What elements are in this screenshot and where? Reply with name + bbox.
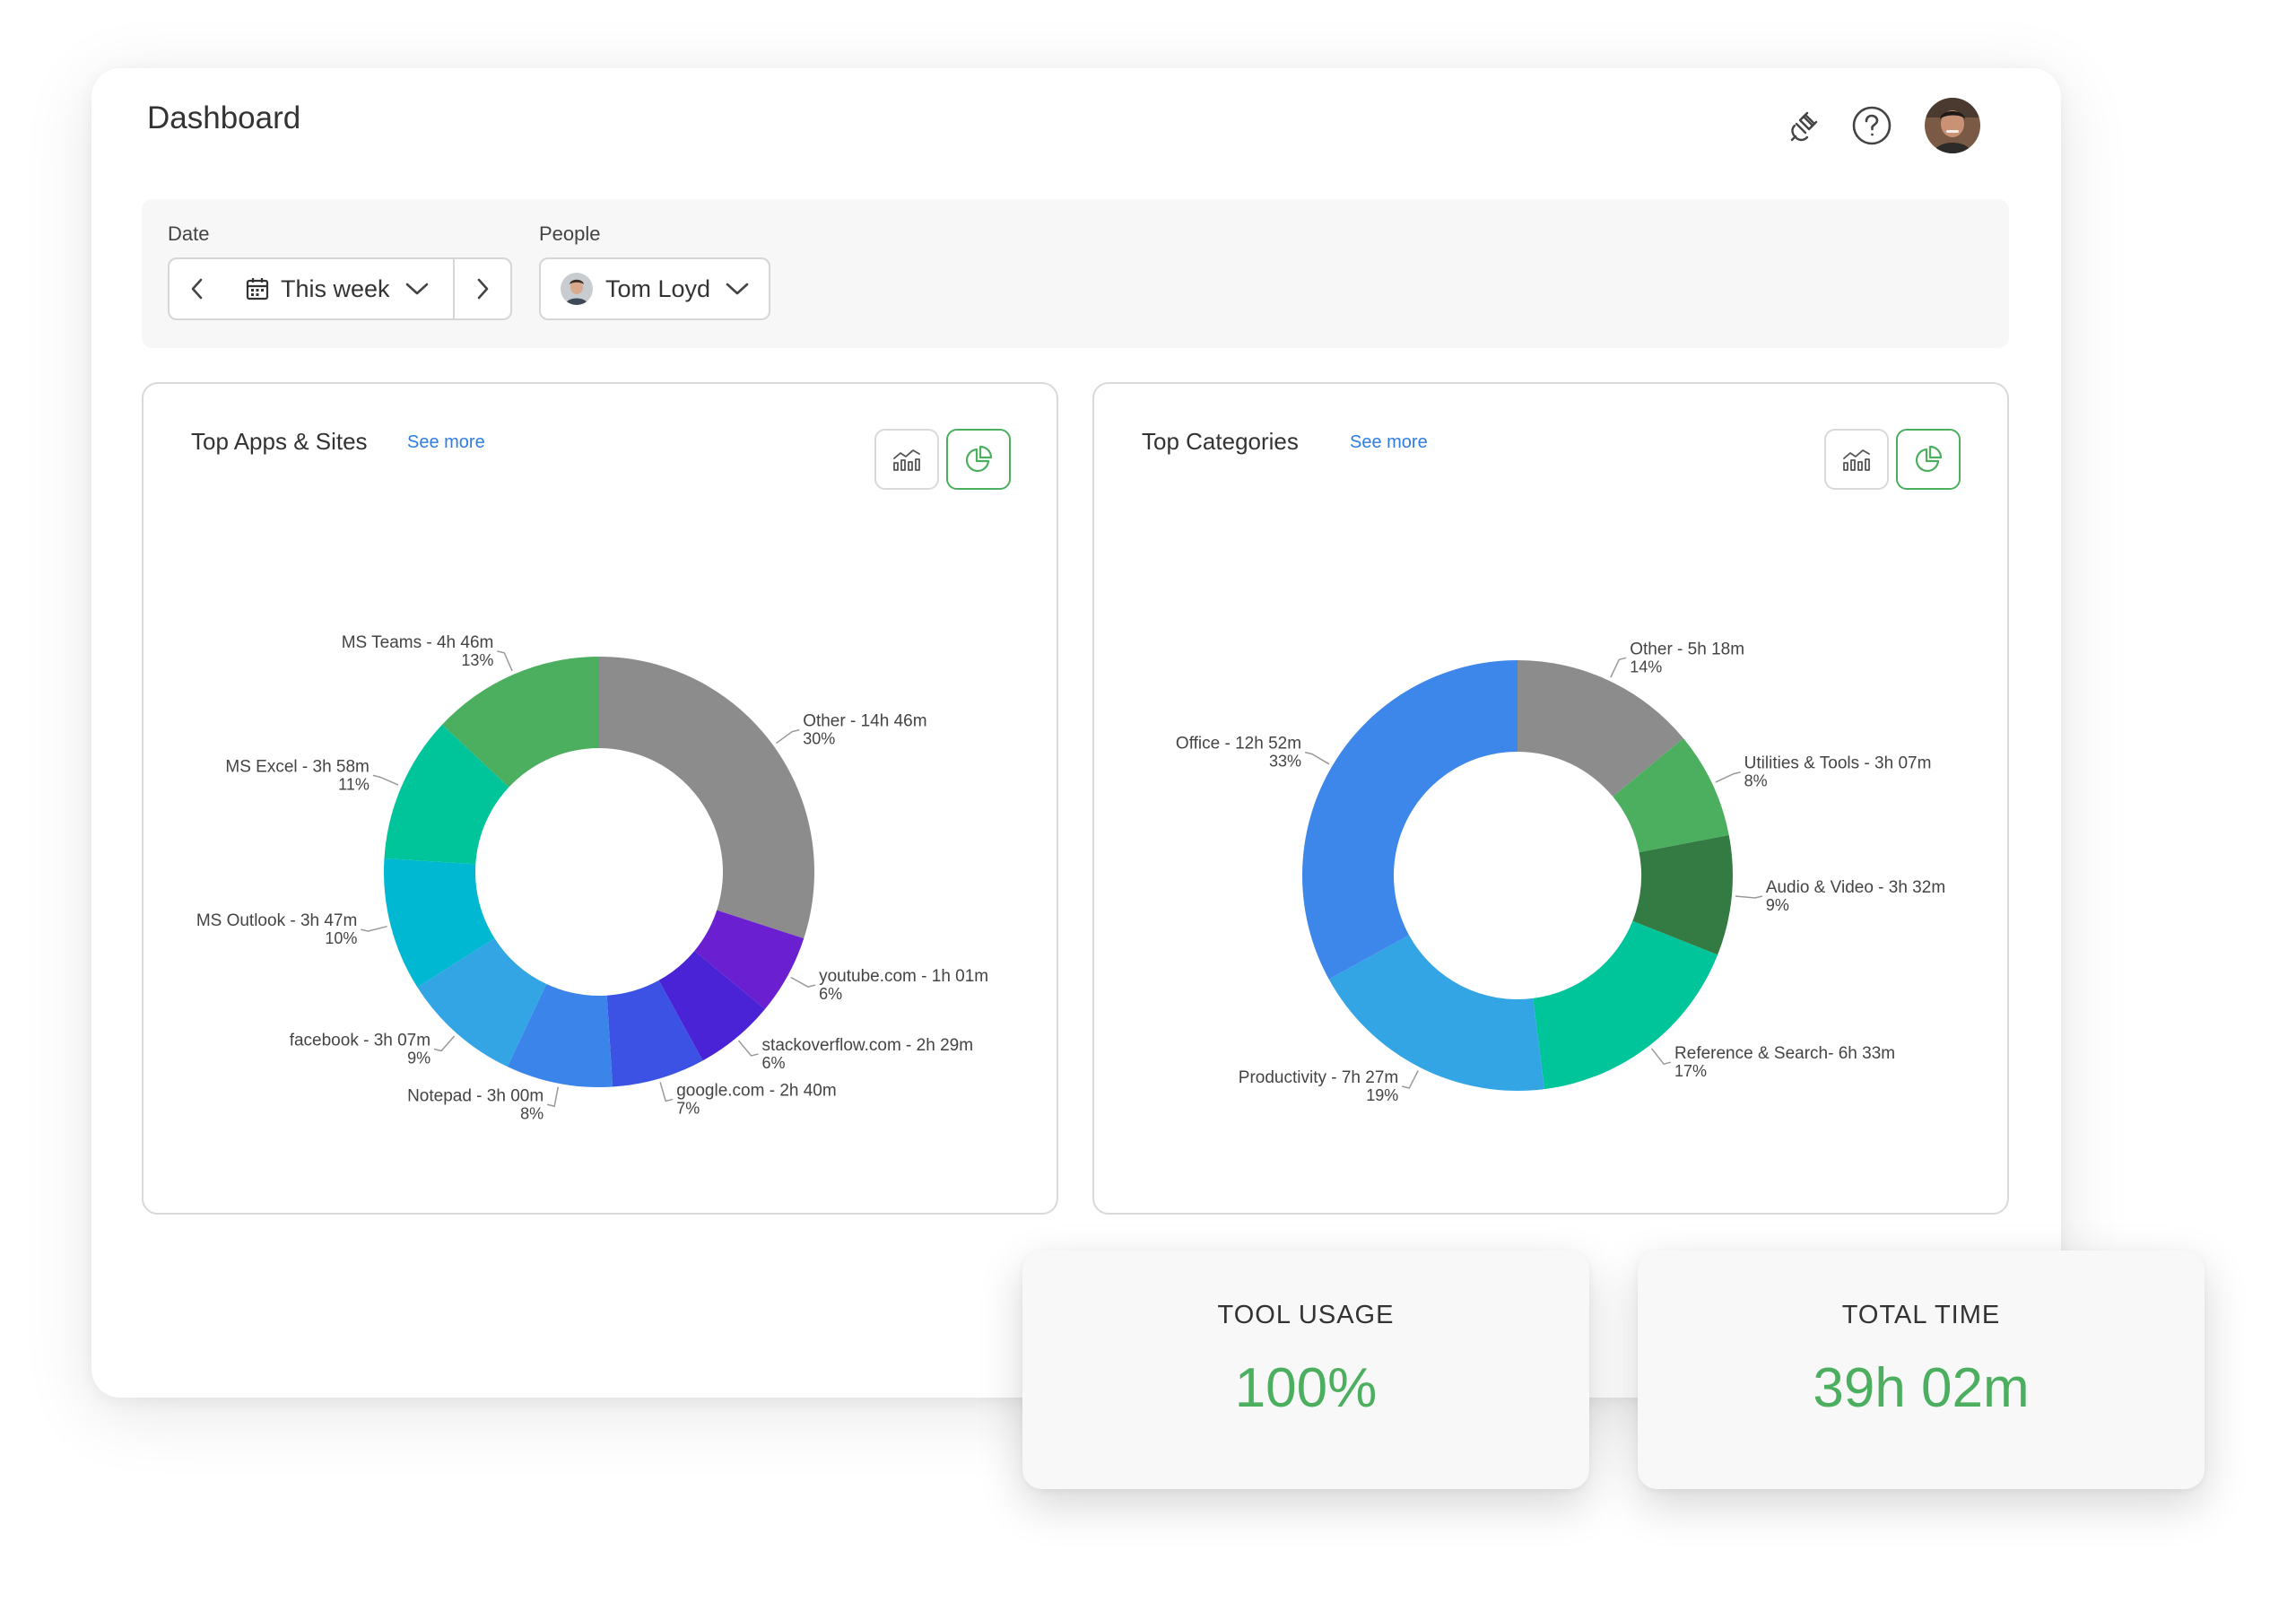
top-apps-donut-chart: Other - 14h 46m30%youtube.com - 1h 01m6%… <box>196 633 988 1122</box>
label-leader-line <box>1610 657 1627 678</box>
slice-label: youtube.com - 1h 01m <box>819 967 988 986</box>
slice-percent: 10% <box>325 929 357 947</box>
slice-percent: 17% <box>1674 1062 1707 1080</box>
label-leader-line <box>790 976 816 988</box>
slice-percent: 19% <box>1366 1086 1398 1104</box>
slice-label: Reference & Search- 6h 33m <box>1674 1044 1895 1063</box>
chevron-right-icon <box>477 278 489 300</box>
slice-percent: 9% <box>1766 896 1789 914</box>
chevron-down-icon <box>726 283 749 295</box>
label-leader-line <box>775 728 800 745</box>
slice-percent: 14% <box>1630 658 1662 675</box>
person-avatar <box>561 273 593 305</box>
slice-percent: 13% <box>461 651 493 669</box>
slice-label: Utilities & Tools - 3h 07m <box>1744 754 1932 773</box>
help-icon[interactable] <box>1846 100 1898 152</box>
label-leader-line <box>1402 1070 1419 1089</box>
slice-percent: 11% <box>338 775 370 793</box>
page-title: Dashboard <box>147 100 301 135</box>
chevron-down-icon <box>405 283 428 295</box>
label-leader-line <box>737 1040 759 1057</box>
top-categories-donut-chart: Other - 5h 18m14% Utilities & Tools - 3h … <box>1176 640 1945 1104</box>
people-value: Tom Loyd <box>605 274 711 302</box>
plug-icon[interactable] <box>1778 100 1830 152</box>
slice-label: Productivity - 7h 27m <box>1239 1068 1398 1087</box>
slice-label: Audio & Video - 3h 32m <box>1766 878 1945 897</box>
user-avatar[interactable] <box>1925 98 1980 153</box>
slice-label: google.com - 2h 40m <box>676 1081 837 1100</box>
label-leader-line <box>1304 751 1330 765</box>
date-range-value: This week <box>281 274 390 302</box>
slice-percent: 30% <box>803 730 835 748</box>
slice-percent: 33% <box>1269 753 1301 771</box>
label-leader-line <box>361 925 387 932</box>
slice-label: Other - 14h 46m <box>803 712 926 731</box>
tool-usage-value: 100% <box>1234 1357 1378 1419</box>
label-leader-line <box>546 1086 560 1108</box>
label-leader-line <box>497 650 513 672</box>
tool-usage-card: TOOL USAGE 100% <box>1022 1250 1589 1489</box>
slice-label: facebook - 3h 07m <box>290 1032 430 1050</box>
slice-label: stackoverflow.com - 2h 29m <box>762 1036 973 1055</box>
date-label: Date <box>168 222 210 245</box>
total-time-value: 39h 02m <box>1813 1357 2030 1419</box>
tool-usage-label: TOOL USAGE <box>1217 1301 1395 1329</box>
slice-percent: 9% <box>407 1050 430 1067</box>
slice-percent: 6% <box>762 1054 786 1072</box>
slice-percent: 8% <box>1744 772 1768 790</box>
total-time-label: TOTAL TIME <box>1841 1301 2001 1329</box>
label-leader-line <box>1735 895 1763 899</box>
slice-label: MS Outlook - 3h 47m <box>196 911 358 930</box>
donut-slice <box>1302 660 1518 980</box>
label-leader-line <box>433 1035 456 1052</box>
slice-percent: 7% <box>676 1099 700 1117</box>
date-next-button[interactable] <box>453 257 512 320</box>
date-prev-button[interactable] <box>168 257 227 320</box>
people-dropdown[interactable]: Tom Loyd <box>539 257 770 320</box>
date-range-dropdown[interactable]: This week <box>225 257 455 320</box>
slice-label: MS Excel - 3h 58m <box>225 757 370 776</box>
donut-slice <box>599 657 814 939</box>
slice-label: Other - 5h 18m <box>1630 640 1744 658</box>
slice-percent: 8% <box>520 1104 544 1122</box>
total-time-card: TOTAL TIME 39h 02m <box>1638 1250 2205 1489</box>
label-leader-line <box>372 774 399 786</box>
slice-label: Office - 12h 52m <box>1176 735 1301 754</box>
slice-label: Notepad - 3h 00m <box>407 1086 544 1105</box>
label-leader-line <box>659 1082 674 1102</box>
people-label: People <box>539 222 601 245</box>
calendar-icon <box>246 278 269 301</box>
slice-label: MS Teams - 4h 46m <box>342 633 494 652</box>
chevron-left-icon <box>191 278 203 300</box>
slice-percent: 6% <box>819 985 842 1003</box>
label-leader-line <box>1650 1048 1672 1066</box>
label-leader-line <box>1715 771 1741 783</box>
